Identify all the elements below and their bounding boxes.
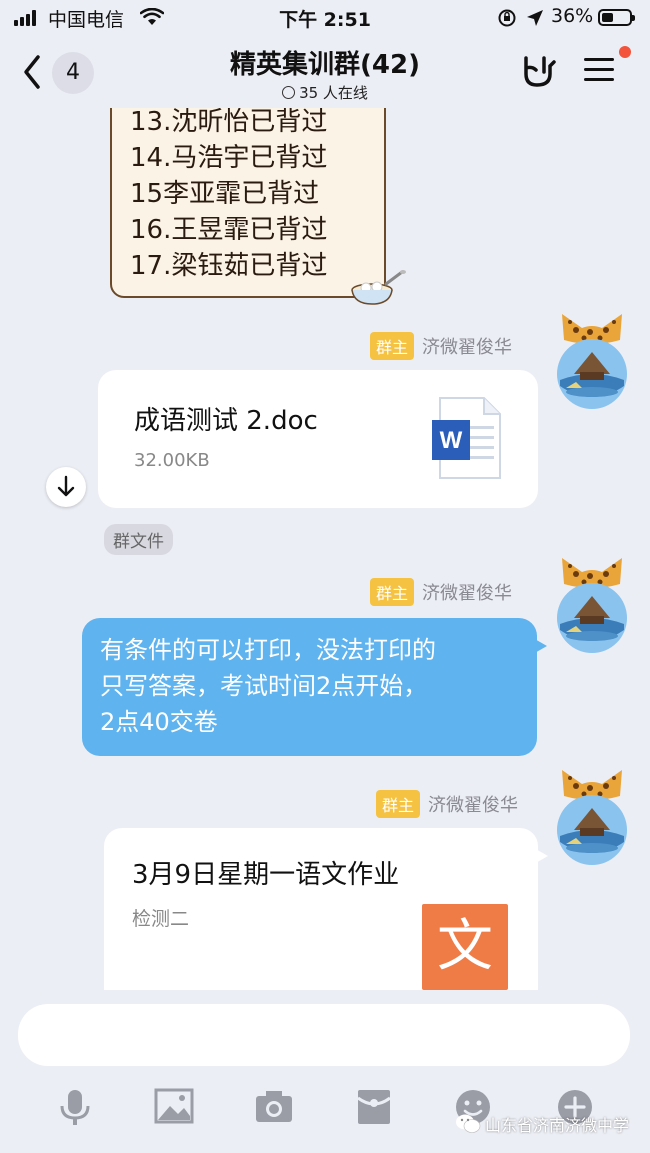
homework-subtitle: 检测二 (132, 908, 190, 930)
text-message-bubble[interactable]: 有条件的可以打印，没法打印的 只写答案，考试时间2点开始， 2点40交卷 (82, 618, 547, 756)
status-bar: 中国电信 下午 2:51 36% (0, 0, 650, 36)
microphone-icon[interactable] (58, 1088, 92, 1128)
image-icon[interactable] (154, 1088, 194, 1124)
list-item: 16.王昱霏已背过 (130, 215, 328, 245)
gesture-hand-icon[interactable] (520, 54, 558, 88)
watermark: 山东省济南济微中学 (455, 1112, 629, 1136)
rotation-lock-icon (498, 9, 516, 27)
location-arrow-icon (527, 10, 543, 26)
group-file-tag[interactable]: 群文件 (104, 524, 173, 555)
message-bubble-list[interactable]: 13.沈昕怡已背过 14.马浩宇已背过 15李亚霏已背过 16.王昱霏已背过 1… (110, 108, 386, 298)
battery-icon (598, 9, 635, 26)
sender-label: 群主 济微翟俊华 (376, 790, 518, 818)
avatar[interactable] (556, 556, 628, 666)
message-line: 2点40交卷 (100, 708, 218, 736)
download-icon (57, 475, 75, 497)
menu-icon[interactable] (584, 58, 614, 88)
sender-name: 济微翟俊华 (422, 337, 513, 358)
list-item: 17.梁钰茹已背过 (130, 251, 328, 281)
online-icon (282, 86, 296, 99)
camera-icon[interactable] (254, 1088, 294, 1124)
owner-badge: 群主 (370, 578, 415, 606)
message-list[interactable]: 13.沈昕怡已背过 14.马浩宇已背过 15李亚霏已背过 16.王昱霏已背过 1… (0, 108, 650, 990)
word-document-icon: W (432, 397, 501, 479)
homework-title: 3月9日星期一语文作业 (132, 860, 400, 890)
bubble-tail (533, 638, 547, 654)
watermark-text: 山东省济南济微中学 (485, 1116, 630, 1135)
notification-dot (619, 46, 631, 58)
file-message-card[interactable]: 成语测试 2.doc 32.00KB W (98, 370, 538, 508)
sender-label: 群主 济微翟俊华 (370, 332, 512, 360)
message-line: 只写答案，考试时间2点开始， (100, 672, 428, 700)
wechat-logo-icon (456, 1114, 481, 1133)
owner-badge: 群主 (370, 332, 415, 360)
battery-percent: 36% (551, 5, 594, 27)
avatar[interactable] (556, 312, 628, 422)
word-letter: W (440, 427, 463, 454)
sender-name: 济微翟俊华 (422, 583, 513, 604)
avatar[interactable] (556, 768, 628, 878)
bubble-decoration-bowl-icon (351, 270, 406, 305)
sender-name: 济微翟俊华 (428, 795, 519, 816)
list-item: 15李亚霏已背过 (130, 179, 320, 209)
download-button[interactable] (46, 467, 86, 507)
sender-label: 群主 济微翟俊华 (370, 578, 512, 606)
message-input[interactable] (18, 1004, 630, 1066)
list-item: 14.马浩宇已背过 (130, 143, 328, 173)
homework-card[interactable]: 3月9日星期一语文作业 检测二 文 (104, 828, 548, 990)
chat-header: 4 精英集训群(42) 35 人在线 (0, 36, 650, 108)
file-name: 成语测试 2.doc (134, 406, 318, 436)
bubble-tail (534, 848, 548, 864)
file-size: 32.00KB (134, 450, 210, 471)
message-line: 有条件的可以打印，没法打印的 (100, 636, 436, 664)
online-count: 35 人在线 (299, 84, 368, 102)
owner-badge: 群主 (376, 790, 421, 818)
red-packet-icon[interactable] (356, 1088, 392, 1126)
chinese-subject-icon: 文 (422, 904, 508, 990)
list-item: 13.沈昕怡已背过 (130, 108, 328, 137)
